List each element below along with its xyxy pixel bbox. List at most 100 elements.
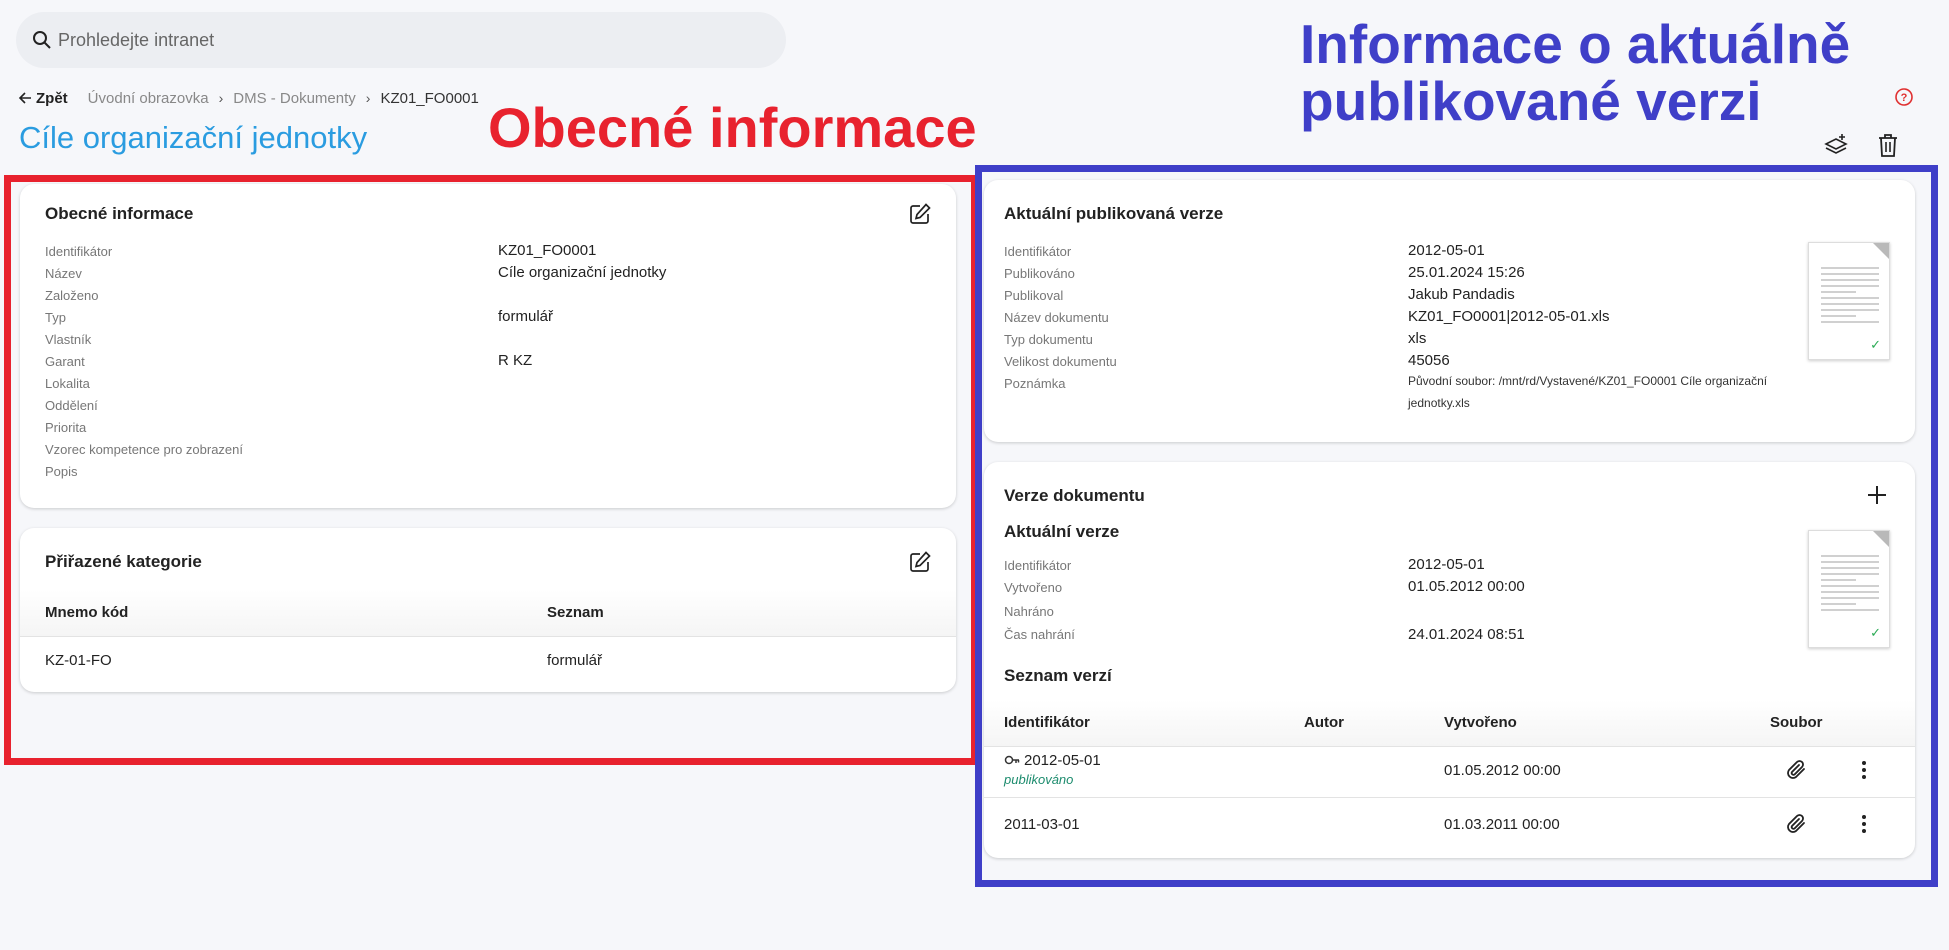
paperclip-icon[interactable]: [1784, 812, 1808, 836]
field-label: Typ dokumentu: [1004, 332, 1093, 347]
field-label: Poznámka: [1004, 376, 1066, 391]
add-version-icon[interactable]: [1866, 484, 1888, 506]
field-label: Typ: [45, 310, 66, 325]
svg-text:?: ?: [1901, 92, 1908, 104]
field-label: Vzorec kompetence pro zobrazení: [45, 442, 243, 457]
more-vertical-icon[interactable]: [1860, 814, 1868, 834]
check-icon: ✓: [1870, 337, 1881, 352]
page-title: Cíle organizační jednotky: [19, 120, 368, 155]
field-value: 2012-05-01: [1408, 242, 1485, 259]
current-version-title: Aktuální verze: [1004, 522, 1120, 541]
field-label: Identifikátor: [1004, 558, 1072, 573]
annotation-published-info: Informace o aktuálně publikované verzi: [1300, 16, 1850, 130]
field-label: Založeno: [45, 288, 99, 303]
field-label: Priorita: [45, 420, 87, 435]
divider: [20, 636, 956, 637]
version-list-title: Seznam verzí: [1004, 666, 1112, 685]
field-label: Oddělení: [45, 398, 98, 413]
category-code: KZ-01-FO: [45, 652, 112, 669]
edit-icon[interactable]: [908, 550, 932, 574]
version-created: 01.05.2012 00:00: [1444, 762, 1561, 779]
field-label: Vytvořeno: [1004, 580, 1063, 595]
edit-icon[interactable]: [908, 202, 932, 226]
document-preview[interactable]: ✓: [1808, 242, 1890, 360]
annotation-published-line1: Informace o aktuálně: [1300, 13, 1851, 75]
field-label: Název dokumentu: [1004, 310, 1109, 325]
add-layer-icon[interactable]: [1823, 132, 1849, 158]
field-label: Publikoval: [1004, 288, 1064, 303]
field-label: Velikost dokumentu: [1004, 354, 1117, 369]
general-info-title: Obecné informace: [45, 204, 194, 223]
column-header[interactable]: Soubor: [1770, 714, 1823, 731]
paperclip-icon[interactable]: [1784, 758, 1808, 782]
categories-card: Přiřazené kategorie Mnemo kód Seznam KZ-…: [20, 528, 956, 692]
field-label: Lokalita: [45, 376, 90, 391]
field-label: Popis: [45, 464, 78, 479]
field-label: Vlastník: [45, 332, 92, 347]
category-list: formulář: [547, 652, 603, 669]
field-value: 45056: [1408, 352, 1450, 369]
search-input[interactable]: [58, 29, 658, 51]
field-value: formulář: [498, 308, 554, 325]
version-id: 2012-05-01: [1024, 752, 1101, 769]
column-header[interactable]: Seznam: [547, 604, 604, 621]
document-versions-card: Verze dokumentu Aktuální verze Identifik…: [984, 462, 1915, 858]
field-label: Publikováno: [1004, 266, 1075, 281]
field-value: 25.01.2024 15:26: [1408, 264, 1525, 281]
published-version-card: Aktuální publikovaná verze Identifikátor…: [984, 180, 1915, 442]
breadcrumb-item-dms[interactable]: DMS - Dokumenty: [233, 90, 356, 107]
more-vertical-icon[interactable]: [1860, 760, 1868, 780]
field-value: 2012-05-01: [1408, 556, 1485, 573]
annotation-general-info: Obecné informace: [488, 96, 977, 159]
published-title: Aktuální publikovaná verze: [1004, 204, 1224, 223]
chevron-right-icon: ›: [218, 90, 224, 106]
versions-title: Verze dokumentu: [1004, 486, 1145, 505]
column-header[interactable]: Vytvořeno: [1444, 714, 1517, 731]
chevron-right-icon: ›: [365, 90, 371, 106]
page-fold-icon: [1873, 243, 1889, 259]
version-created: 01.03.2011 00:00: [1444, 816, 1560, 833]
field-value: Jakub Pandadis: [1408, 286, 1515, 303]
published-status: publikováno: [1004, 772, 1074, 787]
field-value: KZ01_FO0001: [498, 242, 597, 259]
field-value: KZ01_FO0001|2012-05-01.xls: [1408, 308, 1610, 325]
key-icon: [1004, 755, 1020, 765]
divider: [984, 746, 1915, 747]
trash-icon[interactable]: [1876, 132, 1900, 158]
annotation-published-line2: publikované verzi: [1300, 70, 1762, 132]
categories-title: Přiřazené kategorie: [45, 552, 202, 571]
field-value: Cíle organizační jednotky: [498, 264, 667, 281]
back-label: Zpět: [36, 89, 68, 107]
field-label: Garant: [45, 354, 85, 369]
breadcrumb: Zpět Úvodní obrazovka › DMS - Dokumenty …: [18, 88, 479, 108]
column-header[interactable]: Mnemo kód: [45, 604, 128, 621]
general-info-card: Obecné informace Identifikátor KZ01_FO00…: [20, 184, 956, 508]
document-lines-icon: [1821, 267, 1879, 327]
arrow-left-icon: [18, 92, 31, 104]
field-label: Čas nahrání: [1004, 627, 1075, 642]
document-lines-icon: [1821, 555, 1879, 615]
field-value: R KZ: [498, 352, 533, 369]
column-header[interactable]: Autor: [1304, 714, 1344, 731]
field-value: 24.01.2024 08:51: [1408, 626, 1525, 643]
field-label: Identifikátor: [45, 244, 113, 259]
divider: [984, 797, 1915, 798]
column-header[interactable]: Identifikátor: [1004, 714, 1090, 731]
check-icon: ✓: [1870, 625, 1881, 640]
search-bar[interactable]: [16, 12, 786, 68]
field-label: Nahráno: [1004, 604, 1054, 619]
version-id: 2011-03-01: [1004, 816, 1080, 833]
field-label: Název: [45, 266, 82, 281]
search-icon: [33, 31, 51, 49]
document-preview[interactable]: ✓: [1808, 530, 1890, 648]
note-value: Původní soubor: /mnt/rd/Vystavené/KZ01_F…: [1408, 374, 1768, 410]
field-value: 01.05.2012 00:00: [1408, 578, 1525, 595]
back-button[interactable]: Zpět: [18, 90, 68, 107]
page-fold-icon: [1873, 531, 1889, 547]
breadcrumb-item-home[interactable]: Úvodní obrazovka: [88, 90, 209, 107]
help-icon[interactable]: ?: [1894, 87, 1914, 107]
breadcrumb-item-current: KZ01_FO0001: [380, 89, 479, 107]
field-label: Identifikátor: [1004, 244, 1072, 259]
table-header: [20, 590, 956, 636]
field-value: xls: [1408, 330, 1427, 347]
